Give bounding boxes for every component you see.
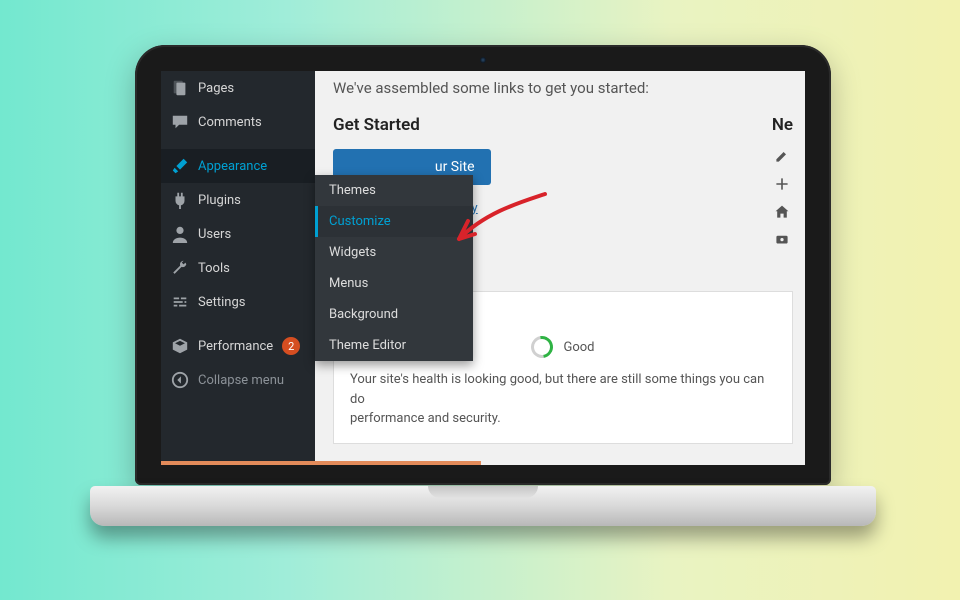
laptop-base — [90, 486, 876, 526]
submenu-background[interactable]: Background — [315, 299, 473, 330]
health-ring-icon — [527, 332, 558, 363]
health-description: Your site's health is looking good, but … — [350, 370, 776, 429]
sidebar-item-settings[interactable]: Settings — [161, 285, 315, 319]
submenu-widgets[interactable]: Widgets — [315, 237, 473, 268]
laptop-frame: Pages Comments Appearance — [135, 45, 831, 540]
welcome-subtext: We've assembled some links to get you st… — [333, 79, 793, 97]
admin-sidebar: Pages Comments Appearance — [161, 71, 315, 465]
brush-icon — [171, 157, 189, 175]
screen: Pages Comments Appearance — [161, 71, 805, 465]
sidebar-item-appearance[interactable]: Appearance — [161, 149, 315, 183]
sidebar-label: Comments — [198, 115, 262, 130]
pages-icon — [171, 79, 189, 97]
update-badge: 2 — [282, 337, 300, 355]
sidebar-item-plugins[interactable]: Plugins — [161, 183, 315, 217]
plug-icon — [171, 191, 189, 209]
user-icon — [171, 225, 189, 243]
bottom-accent-strip — [161, 461, 481, 465]
sidebar-collapse[interactable]: Collapse menu — [161, 363, 315, 397]
get-started-heading: Get Started — [333, 115, 491, 135]
health-status-label: Good — [563, 340, 594, 355]
edit-icon[interactable] — [771, 145, 793, 167]
sidebar-label: Settings — [198, 295, 245, 310]
comment-icon — [171, 113, 189, 131]
home-icon[interactable] — [771, 201, 793, 223]
cube-icon — [171, 337, 189, 355]
sidebar-item-users[interactable]: Users — [161, 217, 315, 251]
next-steps-heading: Ne — [771, 115, 793, 135]
appearance-submenu: Themes Customize Widgets Menus Backgroun… — [315, 175, 473, 361]
sidebar-label: Collapse menu — [198, 373, 284, 388]
submenu-themes[interactable]: Themes — [315, 175, 473, 206]
sidebar-item-tools[interactable]: Tools — [161, 251, 315, 285]
sidebar-label: Tools — [198, 261, 230, 276]
collapse-icon — [171, 371, 189, 389]
laptop-notch — [428, 486, 538, 498]
sidebar-label: Users — [198, 227, 231, 242]
laptop-bezel: Pages Comments Appearance — [135, 45, 831, 485]
wrench-icon — [171, 259, 189, 277]
plus-icon[interactable] — [771, 173, 793, 195]
sliders-icon — [171, 293, 189, 311]
sidebar-item-pages[interactable]: Pages — [161, 71, 315, 105]
view-icon[interactable] — [771, 229, 793, 251]
sidebar-label: Appearance — [198, 159, 267, 174]
sidebar-label: Pages — [198, 81, 234, 96]
sidebar-label: Plugins — [198, 193, 241, 208]
submenu-theme-editor[interactable]: Theme Editor — [315, 330, 473, 361]
submenu-customize[interactable]: Customize — [315, 206, 473, 237]
sidebar-item-comments[interactable]: Comments — [161, 105, 315, 139]
sidebar-item-performance[interactable]: Performance 2 — [161, 329, 315, 363]
camera-dot — [480, 57, 486, 63]
sidebar-label: Performance — [198, 339, 273, 354]
submenu-menus[interactable]: Menus — [315, 268, 473, 299]
